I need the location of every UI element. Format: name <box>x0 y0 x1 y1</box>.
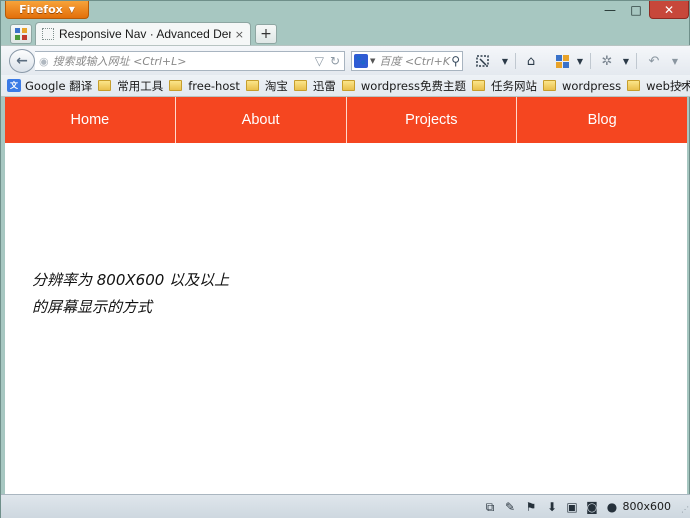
firefox-menu-button[interactable]: Firefox ▼ <box>5 1 89 19</box>
gear-icon: ✲ <box>601 53 613 69</box>
chevron-down-icon[interactable]: ▼ <box>575 52 585 70</box>
camera-icon[interactable]: ◙ <box>585 500 599 514</box>
user-icon[interactable]: ● <box>605 500 619 514</box>
url-input[interactable] <box>52 54 309 68</box>
folder-icon <box>293 80 307 91</box>
browser-window: Firefox ▼ — □ ✕ Responsive Nav · Advance… <box>0 0 690 518</box>
bookmarks-toolbar: 文 Google 翻译 常用工具 free-host 淘宝 迅雷 wordpre… <box>1 75 690 97</box>
page-favicon-icon <box>42 28 54 40</box>
bookmarks-overflow-button[interactable]: » <box>678 78 685 91</box>
folder-icon <box>245 80 259 91</box>
page-content: Home About Projects Blog 分辨率为 800X600 以及… <box>5 97 687 494</box>
chevron-down-icon[interactable]: ▼ <box>669 52 681 70</box>
nav-link-blog[interactable]: Blog <box>517 97 687 143</box>
nav-link-home[interactable]: Home <box>5 97 176 143</box>
navigation-toolbar: ← ◉ ▽ ↻ 🐾 ▼ ⚲ ▼ ⌂ <box>1 45 690 75</box>
minimize-button[interactable]: — <box>597 1 623 19</box>
maximize-button[interactable]: □ <box>623 1 649 19</box>
bookmark-label: 迅雷 <box>312 78 336 93</box>
home-icon: ⌂ <box>526 53 536 69</box>
search-bar[interactable]: 🐾 ▼ ⚲ <box>351 51 463 71</box>
close-window-button[interactable]: ✕ <box>649 1 689 19</box>
tab-groups-icon <box>15 28 27 40</box>
addon-button[interactable]: ✲ <box>597 52 617 70</box>
chevron-down-icon: ▼ <box>68 5 75 14</box>
apps-grid-icon <box>555 54 569 68</box>
folder-icon <box>98 80 112 91</box>
bookmark-label: Google 翻译 <box>25 78 93 93</box>
url-bar[interactable]: ◉ ▽ ↻ <box>35 51 345 71</box>
status-bar: ⧉ ✎ ⚑ ⬇ ▣ ◙ ● 800x600 ⋰ <box>1 494 690 518</box>
page-body-text: 分辨率为 800X600 以及以上的屏幕显示的方式 <box>32 271 230 316</box>
bookmark-label: wordpress免费主题 <box>360 78 466 93</box>
bookmark-folder[interactable]: wordpress <box>542 78 622 93</box>
toolbar-separator <box>590 53 591 69</box>
back-button[interactable]: ← <box>9 49 35 73</box>
screenshot-button[interactable] <box>473 52 493 70</box>
translate-icon: 文 <box>7 79 21 92</box>
window-icon[interactable]: ▣ <box>565 500 579 514</box>
dropdown-arrow-icon[interactable]: ▽ <box>315 54 324 68</box>
tab-active[interactable]: Responsive Nav · Advanced Demo × <box>35 22 251 45</box>
resize-grip-icon[interactable]: ⋰ <box>681 505 689 514</box>
globe-icon: ◉ <box>39 54 49 68</box>
apps-button[interactable] <box>553 52 571 70</box>
home-button[interactable]: ⌂ <box>521 52 541 70</box>
search-input[interactable] <box>379 54 452 68</box>
bookmark-label: 任务网站 <box>490 78 537 93</box>
folder-icon <box>471 80 485 91</box>
flag-icon[interactable]: ⚑ <box>523 500 539 514</box>
bookmark-folder[interactable]: 常用工具 <box>98 78 163 94</box>
bookmark-label: 淘宝 <box>264 78 288 93</box>
chevron-down-icon[interactable]: ▼ <box>370 57 375 65</box>
search-icon[interactable]: ⚲ <box>451 54 460 68</box>
nav-link-about[interactable]: About <box>176 97 347 143</box>
tab-strip: Responsive Nav · Advanced Demo × + <box>1 21 690 45</box>
open-external-icon[interactable]: ⧉ <box>483 500 497 514</box>
bookmark-folder[interactable]: 任务网站 <box>471 78 537 94</box>
download-icon[interactable]: ⬇ <box>545 500 559 514</box>
bookmark-folder[interactable]: free-host <box>169 79 240 93</box>
brush-icon[interactable]: ✎ <box>503 500 517 514</box>
bookmark-folder[interactable]: 淘宝 <box>245 78 288 94</box>
bookmark-label: free-host <box>188 78 240 93</box>
folder-icon <box>542 80 556 91</box>
tab-title: Responsive Nav · Advanced Demo <box>59 27 231 41</box>
baidu-icon[interactable]: 🐾 <box>354 54 368 68</box>
screenshot-icon <box>476 55 489 67</box>
nav-link-projects[interactable]: Projects <box>347 97 518 143</box>
new-tab-button[interactable]: + <box>255 24 277 44</box>
folder-icon <box>169 80 183 91</box>
undo-close-tab-button[interactable]: ↶ <box>643 52 665 70</box>
toolbar-separator <box>636 53 637 69</box>
tab-close-icon[interactable]: × <box>235 28 244 41</box>
resolution-indicator[interactable]: 800x600 <box>622 500 671 513</box>
bookmark-label: 常用工具 <box>117 78 164 93</box>
bookmark-google-translate[interactable]: 文 Google 翻译 <box>7 78 92 94</box>
chevron-down-icon[interactable]: ▼ <box>621 52 631 70</box>
firefox-menu-label: Firefox <box>19 3 63 16</box>
back-arrow-icon: ← <box>16 53 28 69</box>
bookmark-folder[interactable]: 迅雷 <box>293 78 336 94</box>
undo-icon: ↶ <box>648 53 660 69</box>
bookmark-label: wordpress <box>561 78 622 93</box>
folder-icon <box>627 80 641 91</box>
bookmark-folder[interactable]: wordpress免费主题 <box>341 78 466 94</box>
chevron-down-icon[interactable]: ▼ <box>500 52 510 70</box>
folder-icon <box>341 80 355 91</box>
tab-groups-button[interactable] <box>10 24 32 44</box>
title-bar: Firefox ▼ — □ ✕ <box>1 1 690 21</box>
toolbar-separator <box>515 53 516 69</box>
site-nav: Home About Projects Blog <box>5 97 687 143</box>
reload-icon[interactable]: ↻ <box>330 54 340 68</box>
